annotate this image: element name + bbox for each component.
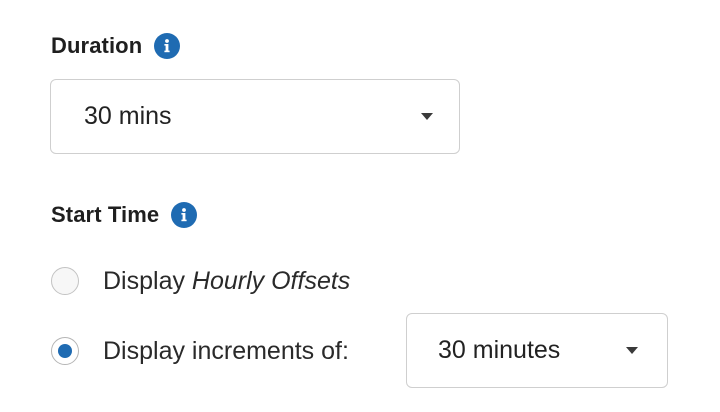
start-time-label: Start Time xyxy=(51,201,198,229)
duration-label: Duration xyxy=(51,32,181,60)
duration-select-value: 30 mins xyxy=(84,102,172,130)
hourly-offsets-label-prefix: Display xyxy=(103,266,192,295)
hourly-offsets-label: Display Hourly Offsets xyxy=(103,267,350,296)
scheduling-options-panel: Duration 30 mins Start Time Display Hour… xyxy=(0,0,720,412)
chevron-down-icon xyxy=(421,113,433,120)
increments-option[interactable]: Display increments of: xyxy=(51,336,349,366)
hourly-offsets-option[interactable]: Display Hourly Offsets xyxy=(51,266,350,296)
increment-select-value: 30 minutes xyxy=(438,336,561,364)
increments-label: Display increments of: xyxy=(103,336,349,365)
duration-info-icon[interactable] xyxy=(154,33,181,59)
increment-select[interactable]: 30 minutes xyxy=(406,313,668,388)
start-time-info-icon[interactable] xyxy=(171,202,198,228)
chevron-down-icon xyxy=(626,347,638,354)
start-time-label-text: Start Time xyxy=(51,202,160,227)
hourly-offsets-label-emphasis: Hourly Offsets xyxy=(191,266,351,295)
increments-radio[interactable] xyxy=(51,337,79,365)
hourly-offsets-radio[interactable] xyxy=(51,267,79,295)
radio-selected-dot xyxy=(58,344,72,358)
duration-label-text: Duration xyxy=(51,33,143,58)
duration-select[interactable]: 30 mins xyxy=(50,79,460,154)
